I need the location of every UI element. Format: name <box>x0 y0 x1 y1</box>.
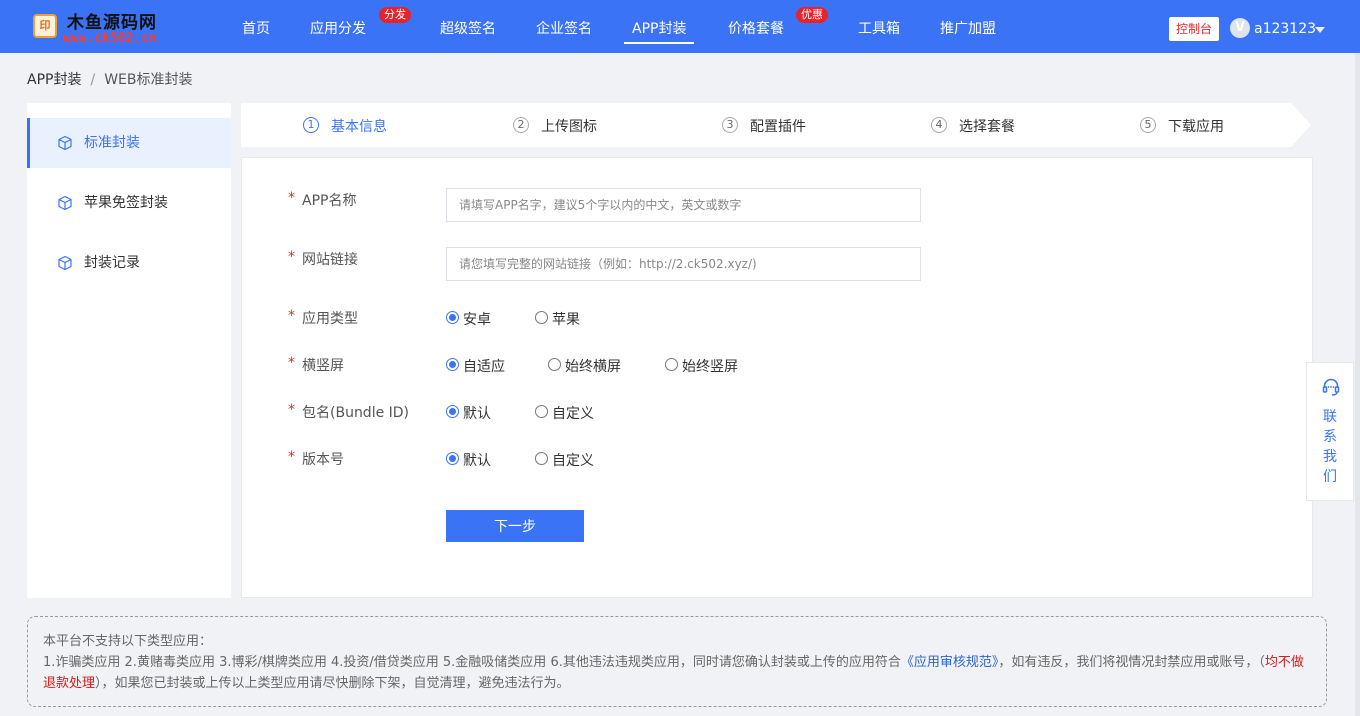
app-type-android-label[interactable]: 安卓 <box>463 309 491 329</box>
step-1-number: 1 <box>303 117 319 133</box>
breadcrumb-root[interactable]: APP封装 <box>27 72 81 88</box>
required-mark: * <box>288 190 295 206</box>
bundle-id-default-radio[interactable] <box>446 405 459 418</box>
page-scrollbar[interactable] <box>1355 53 1360 716</box>
breadcrumb-separator: / <box>90 72 96 88</box>
next-step-button[interactable]: 下一步 <box>446 510 584 542</box>
step-5-number: 5 <box>1140 117 1156 133</box>
step-4-label[interactable]: 选择套餐 <box>959 116 1015 136</box>
orientation-portrait-radio[interactable] <box>665 358 678 371</box>
avatar[interactable]: V <box>1230 18 1250 38</box>
bundle-id-label: 包名(Bundle ID) <box>302 405 410 421</box>
orientation-label: 横竖屏 <box>302 358 344 374</box>
required-mark: * <box>288 449 295 465</box>
notice-text-1: 1.诈骗类应用 2.黄赌毒类应用 3.博彩/棋牌类应用 4.投资/借贷类应用 5… <box>43 655 901 670</box>
breadcrumb: APP封装 / WEB标准封装 <box>27 69 192 89</box>
nav-item-home[interactable]: 首页 <box>242 0 270 53</box>
orientation-landscape-radio[interactable] <box>548 358 561 371</box>
orientation-auto-radio[interactable] <box>446 358 459 371</box>
step-2-number: 2 <box>513 117 529 133</box>
contact-us-float[interactable]: 联系我们 <box>1306 362 1354 501</box>
nav-item-pricing[interactable]: 价格套餐 <box>728 0 784 53</box>
review-guidelines-link[interactable]: 《应用审核规范》 <box>901 655 999 670</box>
app-type-android-radio[interactable] <box>446 311 459 324</box>
logo-title: 木鱼源码网 <box>67 13 157 33</box>
cube-icon <box>58 135 72 151</box>
console-button[interactable]: 控制台 <box>1169 17 1219 41</box>
step-bar: 1 基本信息 2 上传图标 3 配置插件 4 选择套餐 5 下载应用 <box>241 103 1313 147</box>
orientation-landscape-label[interactable]: 始终横屏 <box>565 356 621 376</box>
app-type-ios-label[interactable]: 苹果 <box>552 309 580 329</box>
site-url-input[interactable] <box>446 247 921 281</box>
sidebar-item-apple-free-sign[interactable]: 苹果免签封装 <box>27 178 231 228</box>
version-default-radio[interactable] <box>446 452 459 465</box>
notice-body: 1.诈骗类应用 2.黄赌毒类应用 3.博彩/棋牌类应用 4.投资/借贷类应用 5… <box>43 652 1311 694</box>
contact-us-label: 联系我们 <box>1323 409 1337 485</box>
notice-text-2: ，如有违反，我们将视情况封禁应用或账号，（ <box>998 655 1265 670</box>
step-3-label[interactable]: 配置插件 <box>750 116 806 136</box>
logo-url: www.ck502.cn <box>63 31 157 46</box>
required-mark: * <box>288 355 295 371</box>
app-type-ios-radio[interactable] <box>535 311 548 324</box>
bundle-id-custom-label[interactable]: 自定义 <box>552 403 594 423</box>
breadcrumb-current: WEB标准封装 <box>104 72 193 88</box>
nav-item-app-distribution[interactable]: 应用分发 <box>310 0 366 53</box>
bundle-id-custom-radio[interactable] <box>535 405 548 418</box>
cube-icon <box>58 255 72 271</box>
nav-item-toolbox[interactable]: 工具箱 <box>858 0 900 53</box>
step-5-label[interactable]: 下载应用 <box>1168 116 1224 136</box>
sidebar-item-packaging-records[interactable]: 封装记录 <box>27 238 231 288</box>
version-label: 版本号 <box>302 452 344 468</box>
sidebar-item-label: 苹果免签封装 <box>84 195 168 211</box>
top-navbar: 印 木鱼源码网 www.ck502.cn 首页 应用分发 分发 超级签名 企业签… <box>0 0 1360 53</box>
nav-badge-pricing: 优惠 <box>796 7 828 23</box>
version-custom-label[interactable]: 自定义 <box>552 450 594 470</box>
step-3-number: 3 <box>722 117 738 133</box>
version-default-label[interactable]: 默认 <box>463 450 491 470</box>
policy-notice: 本平台不支持以下类型应用： 1.诈骗类应用 2.黄赌毒类应用 3.博彩/棋牌类应… <box>27 616 1327 707</box>
nav-item-promotion[interactable]: 推广加盟 <box>940 0 996 53</box>
required-mark: * <box>288 308 295 324</box>
orientation-auto-label[interactable]: 自适应 <box>463 356 505 376</box>
required-mark: * <box>288 402 295 418</box>
sidebar-item-label: 封装记录 <box>84 255 140 271</box>
sidebar: 标准封装 苹果免签封装 封装记录 <box>27 103 231 598</box>
step-2-label[interactable]: 上传图标 <box>541 116 597 136</box>
chevron-down-icon[interactable] <box>1315 27 1325 33</box>
sidebar-item-standard-packaging[interactable]: 标准封装 <box>27 118 231 168</box>
notice-title: 本平台不支持以下类型应用： <box>43 634 213 649</box>
logo-mark-icon: 印 <box>33 14 57 38</box>
nav-item-enterprise-sign[interactable]: 企业签名 <box>536 0 592 53</box>
app-type-label: 应用类型 <box>302 311 358 327</box>
step-1-label[interactable]: 基本信息 <box>331 116 387 136</box>
logo[interactable]: 印 木鱼源码网 www.ck502.cn <box>33 8 193 48</box>
step-4-number: 4 <box>931 117 947 133</box>
notice-text-3: ），如果您已封装或上传以上类型应用请尽快删除下架，自觉清理，避免违法行为。 <box>95 676 570 691</box>
nav-item-super-sign[interactable]: 超级签名 <box>440 0 496 53</box>
nav-badge-distribution: 分发 <box>379 7 411 23</box>
required-mark: * <box>288 249 295 265</box>
app-name-label: APP名称 <box>302 193 357 209</box>
site-url-label: 网站链接 <box>302 252 358 268</box>
form-panel: * APP名称 * 网站链接 * 应用类型 安卓 苹果 * 横竖屏 自适应 始终… <box>241 157 1313 598</box>
version-custom-radio[interactable] <box>535 452 548 465</box>
bundle-id-default-label[interactable]: 默认 <box>463 403 491 423</box>
cube-icon <box>58 195 72 211</box>
headset-icon <box>1322 378 1340 396</box>
orientation-portrait-label[interactable]: 始终竖屏 <box>682 356 738 376</box>
username[interactable]: a123123 <box>1254 18 1316 40</box>
app-name-input[interactable] <box>446 188 921 222</box>
nav-item-app-packaging[interactable]: APP封装 <box>623 0 696 53</box>
sidebar-item-label: 标准封装 <box>84 135 140 151</box>
